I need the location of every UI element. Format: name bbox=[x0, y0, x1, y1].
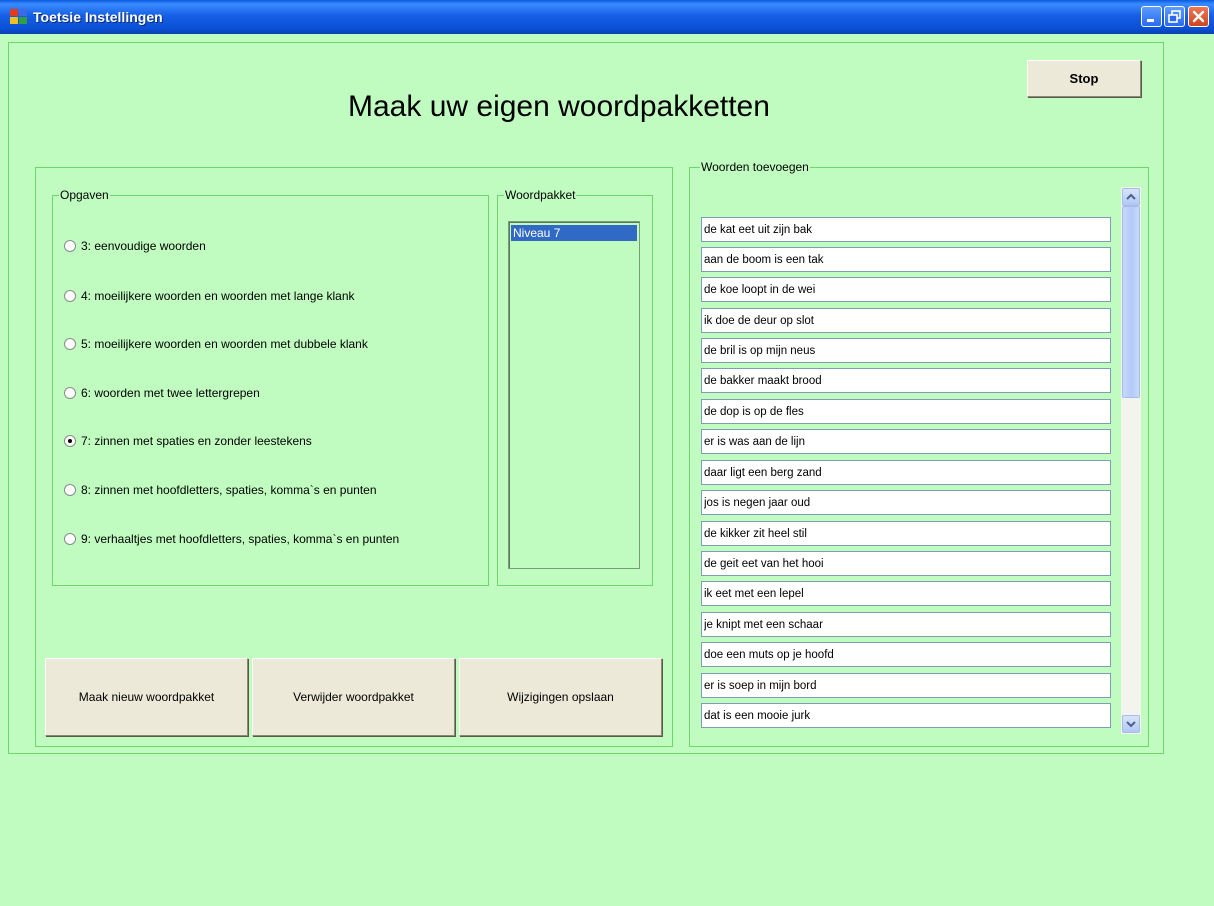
word-input[interactable] bbox=[701, 581, 1111, 606]
option-label: 6: woorden met twee lettergrepen bbox=[81, 386, 260, 400]
scroll-thumb[interactable] bbox=[1122, 206, 1140, 398]
word-input[interactable] bbox=[701, 308, 1111, 333]
option-4[interactable]: 4: moeilijkere woorden en woorden met la… bbox=[64, 288, 355, 304]
maximize-button[interactable] bbox=[1164, 6, 1185, 27]
radio-circle[interactable] bbox=[64, 290, 76, 302]
option-label: 3: eenvoudige woorden bbox=[81, 239, 206, 253]
word-input[interactable] bbox=[701, 399, 1111, 424]
word-input[interactable] bbox=[701, 673, 1111, 698]
radio-circle[interactable] bbox=[64, 387, 76, 399]
close-icon bbox=[1192, 10, 1205, 23]
scroll-up-button[interactable] bbox=[1122, 188, 1140, 206]
radio-circle[interactable] bbox=[64, 484, 76, 496]
list-item-selected[interactable]: Niveau 7 bbox=[511, 225, 637, 241]
option-9[interactable]: 9: verhaaltjes met hoofdletters, spaties… bbox=[64, 531, 399, 547]
radio-circle-checked[interactable] bbox=[64, 435, 76, 447]
words-legend: Woorden toevoegen bbox=[700, 160, 810, 174]
maximize-icon bbox=[1168, 10, 1181, 23]
radio-circle[interactable] bbox=[64, 338, 76, 350]
option-7[interactable]: 7: zinnen met spaties en zonder leesteke… bbox=[64, 433, 312, 449]
word-input[interactable] bbox=[701, 703, 1111, 728]
word-input[interactable] bbox=[701, 217, 1111, 242]
word-input[interactable] bbox=[701, 247, 1111, 272]
words-scrollbar[interactable] bbox=[1121, 187, 1141, 734]
word-input[interactable] bbox=[701, 490, 1111, 515]
word-input[interactable] bbox=[701, 642, 1111, 667]
woordpakket-list[interactable]: Niveau 7 bbox=[508, 221, 640, 569]
word-input[interactable] bbox=[701, 368, 1111, 393]
scroll-down-button[interactable] bbox=[1122, 715, 1140, 733]
radio-circle[interactable] bbox=[64, 533, 76, 545]
minimize-button[interactable] bbox=[1141, 6, 1162, 27]
word-input[interactable] bbox=[701, 612, 1111, 637]
option-5[interactable]: 5: moeilijkere woorden en woorden met du… bbox=[64, 336, 368, 352]
minimize-icon bbox=[1147, 19, 1154, 22]
word-input[interactable] bbox=[701, 460, 1111, 485]
word-input[interactable] bbox=[701, 521, 1111, 546]
word-input[interactable] bbox=[701, 429, 1111, 454]
close-button[interactable] bbox=[1188, 6, 1209, 27]
scroll-up-icon bbox=[1126, 193, 1136, 200]
save-changes-button[interactable]: Wijzigingen opslaan bbox=[459, 658, 662, 736]
option-label: 5: moeilijkere woorden en woorden met du… bbox=[81, 337, 368, 351]
word-input[interactable] bbox=[701, 551, 1111, 576]
title-bar[interactable]: Toetsie Instellingen bbox=[0, 0, 1214, 34]
window-title: Toetsie Instellingen bbox=[33, 9, 163, 25]
app-icon[interactable] bbox=[10, 9, 28, 25]
stop-button[interactable]: Stop bbox=[1027, 60, 1141, 97]
word-input[interactable] bbox=[701, 338, 1111, 363]
option-8[interactable]: 8: zinnen met hoofdletters, spaties, kom… bbox=[64, 482, 377, 498]
word-input[interactable] bbox=[701, 277, 1111, 302]
scroll-down-icon bbox=[1126, 721, 1136, 728]
radio-circle[interactable] bbox=[64, 240, 76, 252]
woordpakket-legend: Woordpakket bbox=[504, 188, 577, 202]
option-label: 4: moeilijkere woorden en woorden met la… bbox=[81, 289, 355, 303]
option-label: 9: verhaaltjes met hoofdletters, spaties… bbox=[81, 532, 400, 546]
delete-package-button[interactable]: Verwijder woordpakket bbox=[252, 658, 455, 736]
page-heading: Maak uw eigen woordpakketten bbox=[348, 90, 770, 123]
option-label: 7: zinnen met spaties en zonder leesteke… bbox=[81, 434, 312, 448]
option-3[interactable]: 3: eenvoudige woorden bbox=[64, 238, 206, 254]
option-6[interactable]: 6: woorden met twee lettergrepen bbox=[64, 385, 260, 401]
option-label: 8: zinnen met hoofdletters, spaties, kom… bbox=[81, 483, 377, 497]
opgaven-legend: Opgaven bbox=[59, 188, 110, 202]
new-package-button[interactable]: Maak nieuw woordpakket bbox=[45, 658, 248, 736]
